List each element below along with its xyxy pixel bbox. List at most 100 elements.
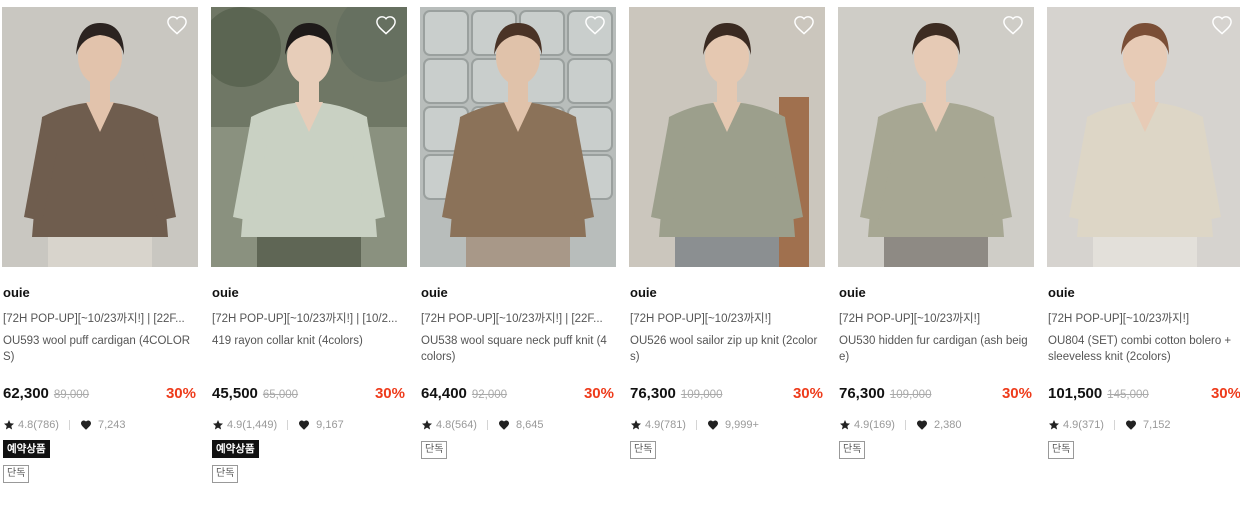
heart-filled-icon: [1125, 419, 1140, 431]
brand-name[interactable]: ouie: [1047, 285, 1240, 302]
price-row: 76,300 109,000 30%: [838, 385, 1034, 407]
brand-name[interactable]: ouie: [211, 285, 407, 302]
divider: [68, 420, 70, 430]
divider: [1113, 420, 1115, 430]
wishlist-heart-icon[interactable]: [375, 15, 397, 35]
discount-rate: 30%: [792, 385, 823, 402]
likes-count: 7,152: [1142, 419, 1171, 431]
heart-filled-icon: [707, 419, 722, 431]
review-meta: 4.9(781) 9,999+: [629, 417, 825, 433]
discount-rate: 30%: [374, 385, 405, 402]
divider: [695, 420, 697, 430]
original-price: 109,000: [680, 389, 723, 401]
price-row: 45,500 65,000 30%: [211, 385, 407, 407]
rating-text: 4.9(169): [854, 419, 895, 431]
promo-tag[interactable]: [72H POP-UP][~10/23까지!]: [629, 310, 825, 326]
discount-rate: 30%: [165, 385, 196, 402]
promo-tag[interactable]: [72H POP-UP][~10/23까지!]: [1047, 310, 1240, 326]
sale-price: 101,500: [1048, 385, 1103, 402]
exclusive-badge: 단독: [839, 441, 866, 459]
product-image[interactable]: [420, 7, 616, 267]
review-meta: 4.8(564) 8,645: [420, 417, 616, 433]
product-image[interactable]: [838, 7, 1034, 267]
product-card[interactable]: ouie [72H POP-UP][~10/23까지!] | [22F... O…: [420, 7, 616, 459]
price-row: 76,300 109,000 30%: [629, 385, 825, 407]
brand-name[interactable]: ouie: [629, 285, 825, 302]
product-image[interactable]: [629, 7, 825, 267]
sale-price: 62,300: [3, 385, 49, 402]
star-icon: [421, 419, 436, 431]
sale-price: 64,400: [421, 385, 467, 402]
wishlist-heart-icon[interactable]: [1002, 15, 1024, 35]
promo-tag[interactable]: [72H POP-UP][~10/23까지!] | [10/2...: [211, 310, 407, 326]
product-image[interactable]: [1047, 7, 1240, 267]
product-card[interactable]: ouie [72H POP-UP][~10/23까지!] | [22F... O…: [2, 7, 198, 483]
product-image[interactable]: [211, 7, 407, 267]
wishlist-heart-icon[interactable]: [793, 15, 815, 35]
review-meta: 4.9(169) 2,380: [838, 417, 1034, 433]
star-icon: [839, 419, 854, 431]
rating-text: 4.9(781): [645, 419, 686, 431]
brand-name[interactable]: ouie: [2, 285, 198, 302]
likes-count: 9,167: [316, 419, 344, 431]
product-name[interactable]: OU538 wool square neck puff knit (4color…: [420, 333, 616, 367]
product-grid: ouie [72H POP-UP][~10/23까지!] | [22F... O…: [0, 0, 1240, 516]
wishlist-heart-icon[interactable]: [166, 15, 188, 35]
heart-filled-icon: [498, 419, 513, 431]
product-name[interactable]: OU526 wool sailor zip up knit (2colors): [629, 333, 825, 367]
rating-text: 4.9(1,449): [227, 419, 278, 431]
rating-text: 4.8(564): [436, 419, 477, 431]
review-meta: 4.9(371) 7,152: [1047, 417, 1240, 433]
divider: [486, 420, 488, 430]
promo-tag[interactable]: [72H POP-UP][~10/23까지!] | [22F...: [420, 310, 616, 326]
product-card[interactable]: ouie [72H POP-UP][~10/23까지!] | [10/2... …: [211, 7, 407, 483]
price-row: 64,400 92,000 30%: [420, 385, 616, 407]
exclusive-badge: 단독: [3, 465, 30, 483]
discount-rate: 30%: [583, 385, 614, 402]
badge-group: 예약상품 단독: [2, 439, 198, 483]
likes-count: 7,243: [97, 419, 126, 431]
price-row: 101,500 145,000 30%: [1047, 385, 1240, 407]
brand-name[interactable]: ouie: [838, 285, 1034, 302]
original-price: 145,000: [1107, 389, 1149, 401]
heart-filled-icon: [298, 419, 313, 431]
likes-count: 2,380: [933, 419, 962, 431]
product-card[interactable]: ouie [72H POP-UP][~10/23까지!] OU530 hidde…: [838, 7, 1034, 459]
rating-text: 4.8(786): [18, 419, 59, 431]
sale-price: 45,500: [212, 385, 258, 402]
original-price: 109,000: [889, 389, 932, 401]
badge-group: 단독: [838, 439, 1034, 459]
product-card[interactable]: ouie [72H POP-UP][~10/23까지!] OU804 (SET)…: [1047, 7, 1240, 459]
discount-rate: 30%: [1001, 385, 1032, 402]
star-icon: [3, 419, 18, 431]
badge-group: 예약상품 단독: [211, 439, 407, 483]
product-name[interactable]: OU530 hidden fur cardigan (ash beige): [838, 333, 1034, 367]
sale-price: 76,300: [839, 385, 885, 402]
star-icon: [1048, 419, 1063, 431]
discount-rate: 30%: [1210, 385, 1240, 402]
badge-group: 단독: [1047, 439, 1240, 459]
product-name[interactable]: OU804 (SET) combi cotton bolero + sleeve…: [1047, 333, 1240, 367]
likes-count: 8,645: [515, 419, 544, 431]
original-price: 65,000: [262, 389, 299, 401]
exclusive-badge: 단독: [212, 465, 239, 483]
exclusive-badge: 단독: [1048, 441, 1075, 459]
likes-count: 9,999+: [724, 419, 759, 431]
product-card[interactable]: ouie [72H POP-UP][~10/23까지!] OU526 wool …: [629, 7, 825, 459]
rating-text: 4.9(371): [1063, 419, 1104, 431]
review-meta: 4.9(1,449) 9,167: [211, 417, 407, 433]
wishlist-heart-icon[interactable]: [584, 15, 606, 35]
product-name[interactable]: OU593 wool puff cardigan (4COLORS): [2, 333, 198, 367]
star-icon: [212, 419, 227, 431]
product-name[interactable]: 419 rayon collar knit (4colors): [211, 333, 407, 367]
exclusive-badge: 단독: [421, 441, 448, 459]
promo-tag[interactable]: [72H POP-UP][~10/23까지!]: [838, 310, 1034, 326]
promo-tag[interactable]: [72H POP-UP][~10/23까지!] | [22F...: [2, 310, 198, 326]
brand-name[interactable]: ouie: [420, 285, 616, 302]
star-icon: [630, 419, 645, 431]
exclusive-badge: 단독: [630, 441, 657, 459]
product-image[interactable]: [2, 7, 198, 267]
wishlist-heart-icon[interactable]: [1211, 15, 1233, 35]
divider: [904, 420, 906, 430]
original-price: 89,000: [53, 389, 90, 401]
